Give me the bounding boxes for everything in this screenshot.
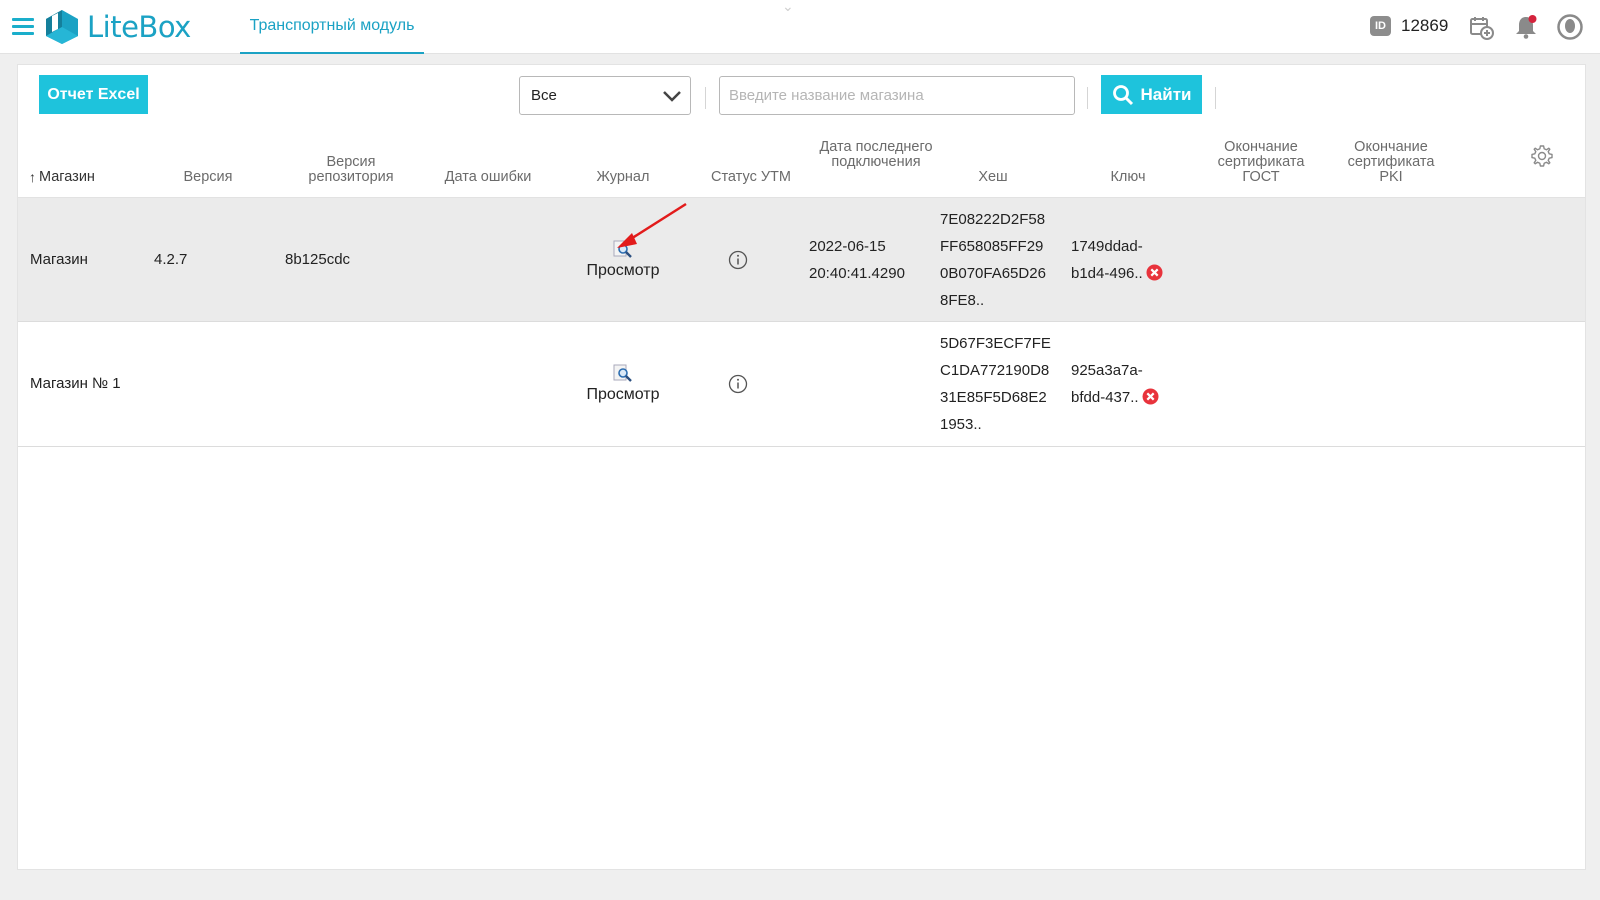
cell-hash: 5D67F3ECF7FE C1DA772190D8 31E85F5D68E2 1… xyxy=(940,330,1051,438)
calendar-add-icon[interactable] xyxy=(1468,14,1494,40)
logo-text: LiteBox xyxy=(87,10,191,44)
litebox-logo[interactable]: LiteBox xyxy=(45,8,191,46)
search-icon xyxy=(1112,84,1133,105)
column-header-last-connection[interactable]: Дата последнего подключения xyxy=(818,140,934,170)
last-connection-date: 2022-06-15 xyxy=(809,238,886,255)
column-header-utm-status[interactable]: Статус УТМ xyxy=(696,170,806,185)
journal-view-link[interactable]: Просмотр xyxy=(568,363,678,404)
column-header-key[interactable]: Ключ xyxy=(1088,170,1168,185)
key-line: b1d4-496.. xyxy=(1071,265,1143,282)
hash-line: 31E85F5D68E2 xyxy=(940,389,1047,406)
journal-view-label: Просмотр xyxy=(586,386,660,403)
column-header-hash[interactable]: Хеш xyxy=(958,170,1028,185)
error-x-icon[interactable] xyxy=(1142,388,1159,405)
find-button-label: Найти xyxy=(1140,84,1192,104)
bell-notification-icon[interactable] xyxy=(1513,14,1539,40)
key-line: 1749ddad- xyxy=(1071,238,1143,255)
column-header-pki-cert-end[interactable]: Окончание сертификата PKI xyxy=(1341,140,1441,185)
cell-store: Магазин № 1 xyxy=(30,375,121,392)
column-header-store-label: Магазин xyxy=(39,169,95,185)
journal-view-label: Просмотр xyxy=(586,262,660,279)
top-bar: LiteBox Транспортный модуль ⌄ ID 12869 xyxy=(0,0,1600,54)
litebox-logo-icon xyxy=(46,10,78,44)
table-row[interactable]: Магазин 4.2.7 8b125cdc Просмотр 2022-06-… xyxy=(18,198,1585,322)
hamburger-menu-icon[interactable] xyxy=(12,18,34,36)
id-badge-icon: ID xyxy=(1370,16,1391,36)
toolbar-divider xyxy=(1087,87,1088,109)
store-search-input[interactable] xyxy=(719,76,1075,115)
tab-transport-module[interactable]: Транспортный модуль xyxy=(240,0,424,54)
column-header-store[interactable]: ↑ Магазин xyxy=(29,170,95,185)
column-header-repo-version[interactable]: Версия репозитория xyxy=(296,155,406,185)
account-id-value: 12869 xyxy=(1401,16,1449,35)
status-filter-select[interactable]: Все xyxy=(519,76,691,115)
hash-line: 0B070FA65D26 xyxy=(940,265,1046,282)
account-id: ID 12869 xyxy=(1370,16,1448,36)
sort-arrow-up-icon: ↑ xyxy=(29,169,36,185)
cell-last-connection: 2022-06-15 20:40:41.4290 xyxy=(809,233,905,287)
last-connection-time: 20:40:41.4290 xyxy=(809,265,905,282)
magnifier-document-icon xyxy=(613,364,632,382)
magnifier-document-icon xyxy=(613,240,632,258)
hash-line: 1953.. xyxy=(940,416,982,433)
cell-key: 925a3a7a- bfdd-437.. xyxy=(1071,357,1159,411)
hash-line: C1DA772190D8 xyxy=(940,362,1050,379)
info-icon[interactable] xyxy=(728,250,748,270)
user-avatar-icon[interactable] xyxy=(1557,14,1583,40)
cell-key: 1749ddad- b1d4-496.. xyxy=(1071,233,1163,287)
cell-version: 4.2.7 xyxy=(154,251,188,268)
column-header-gost-cert-end[interactable]: Окончание сертификата ГОСТ xyxy=(1211,140,1311,185)
chevron-down-icon[interactable]: ⌄ xyxy=(782,0,794,15)
key-line: 925a3a7a- xyxy=(1071,362,1143,379)
table-row[interactable]: Магазин № 1 Просмотр 5D67F3ECF7FE C1DA77… xyxy=(18,323,1585,447)
info-icon[interactable] xyxy=(728,374,748,394)
excel-report-button[interactable]: Отчет Excel xyxy=(39,75,148,114)
toolbar-divider xyxy=(705,87,706,109)
status-filter-value: Все xyxy=(531,87,557,104)
main-panel: Отчет Excel Все Найти ↑ Магазин Версия В… xyxy=(17,64,1586,870)
column-header-error-date[interactable]: Дата ошибки xyxy=(428,170,548,185)
gear-icon[interactable] xyxy=(1530,144,1554,168)
toolbar-divider xyxy=(1215,87,1216,109)
error-x-icon[interactable] xyxy=(1146,264,1163,281)
column-header-journal[interactable]: Журнал xyxy=(568,170,678,185)
cell-store: Магазин xyxy=(30,251,88,268)
hash-line: 5D67F3ECF7FE xyxy=(940,335,1051,352)
find-button[interactable]: Найти xyxy=(1101,75,1202,114)
hash-line: FF658085FF29 xyxy=(940,238,1044,255)
hash-line: 7E08222D2F58 xyxy=(940,211,1046,228)
column-header-version[interactable]: Версия xyxy=(168,170,248,185)
chevron-down-icon xyxy=(663,91,681,102)
journal-view-link[interactable]: Просмотр xyxy=(568,239,678,280)
hash-line: 8FE8.. xyxy=(940,292,985,309)
cell-repo-version: 8b125cdc xyxy=(285,251,351,268)
cell-hash: 7E08222D2F58 FF658085FF29 0B070FA65D26 8… xyxy=(940,206,1046,314)
key-line: bfdd-437.. xyxy=(1071,389,1139,406)
